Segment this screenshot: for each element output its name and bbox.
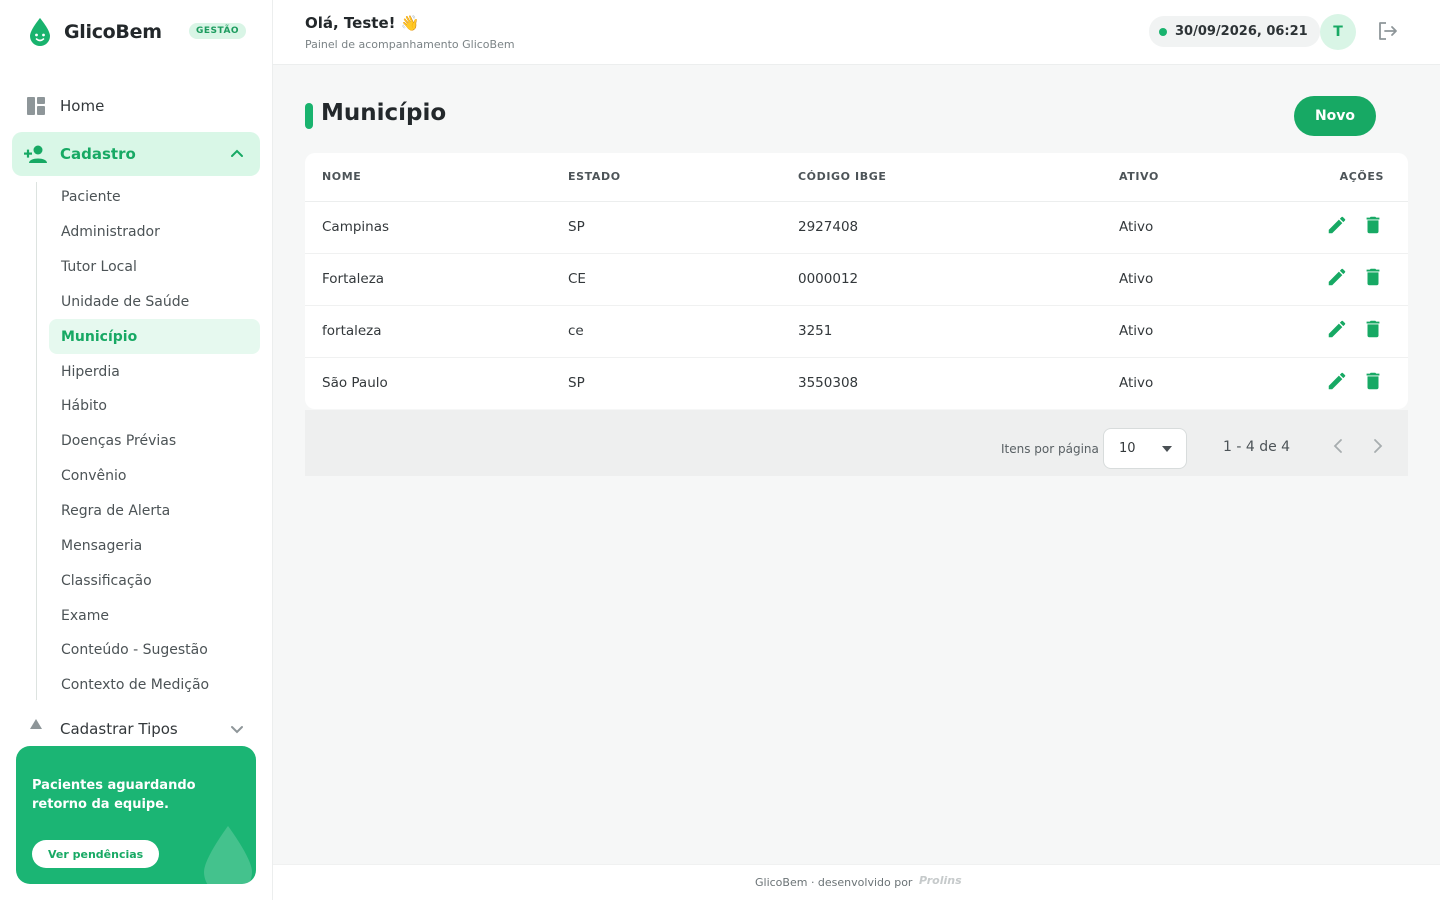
header-subtitle: Painel de acompanhamento GlicoBem <box>305 38 515 51</box>
brand-name: GlicoBem <box>64 21 162 43</box>
shapes-icon <box>30 719 42 729</box>
sidebar-subitem-mensageria[interactable]: Mensageria <box>49 528 260 563</box>
delete-icon[interactable] <box>1362 318 1384 340</box>
sidebar-subitem-regra-de-alerta[interactable]: Regra de Alerta <box>49 494 260 529</box>
cell-codigo-ibge: 2927408 <box>798 201 1119 254</box>
cell-nome: fortaleza <box>305 305 568 358</box>
chevron-left-icon[interactable] <box>1332 438 1344 454</box>
cell-estado: SP <box>568 375 585 392</box>
datetime-badge: 30/09/2026, 06:21 <box>1149 16 1320 47</box>
drop-logo-icon <box>30 18 50 46</box>
sidebar-subitem-convenio[interactable]: Convênio <box>49 459 260 494</box>
sidebar-subitem-conteudo-sugestao[interactable]: Conteúdo - Sugestão <box>49 633 260 668</box>
cell-estado: SP <box>568 201 798 254</box>
cell-nome: Campinas <box>305 201 568 254</box>
page-title: Município <box>321 100 447 126</box>
items-per-page-value: 10 <box>1119 441 1136 456</box>
cell-acoes <box>1213 305 1408 358</box>
table-row: Fortaleza CE 0000012 Ativo <box>305 253 1408 306</box>
sidebar-subitem-classificacao[interactable]: Classificação <box>49 563 260 598</box>
pagination-range: 1 - 4 de 4 <box>1223 439 1291 455</box>
table-header-row: NOME ESTADO CÓDIGO IBGE ATIVO AÇÕES <box>305 153 1408 202</box>
cell-acoes <box>1214 357 1408 409</box>
cell-codigo-ibge: 0000012 <box>798 253 1119 306</box>
new-button[interactable]: Novo <box>1294 96 1376 136</box>
items-per-page-select[interactable]: 10 <box>1103 428 1187 469</box>
sidebar-subitem-habito[interactable]: Hábito <box>49 389 260 424</box>
developer-logo[interactable]: Prolins <box>919 874 962 887</box>
page-header: Município Novo <box>305 96 1376 136</box>
table-row: fortaleza ce 3251 Ativo <box>305 305 1408 358</box>
column-header-ativo[interactable]: ATIVO <box>1119 153 1214 202</box>
table-row: São Paulo SP 3550308 Ativo <box>305 357 1408 409</box>
delete-icon[interactable] <box>1362 214 1384 236</box>
chevron-right-icon[interactable] <box>1372 438 1384 454</box>
column-header-nome[interactable]: NOME <box>305 153 568 202</box>
pending-patients-card: Pacientes aguardando retorno da equipe. … <box>16 746 256 884</box>
cell-ativo: Ativo <box>1119 201 1214 254</box>
edit-icon[interactable] <box>1326 214 1348 236</box>
brand[interactable]: GlicoBem <box>28 16 162 48</box>
cell-acoes <box>1213 253 1408 306</box>
footer: GlicoBem · desenvolvido por Prolins <box>273 864 1440 900</box>
drop-decoration-icon <box>204 826 252 884</box>
status-dot <box>1159 27 1167 36</box>
footer-text: GlicoBem · desenvolvido por <box>755 876 913 889</box>
column-header-estado[interactable]: ESTADO <box>568 153 798 202</box>
pagination-bar: Itens por página 10 1 - 4 de 4 <box>305 410 1408 476</box>
sidebar-subitem-exame[interactable]: Exame <box>49 598 260 633</box>
table-row: Campinas SP 2927408 Ativo <box>305 201 1408 254</box>
cell-nome: São Paulo <box>322 375 388 392</box>
column-header-acoes: AÇÕES <box>1213 153 1408 202</box>
avatar[interactable]: T <box>1320 14 1356 50</box>
brand-badge: GESTÃO <box>189 23 247 39</box>
datetime-text: 30/09/2026, 06:21 <box>1175 24 1308 39</box>
cell-acoes <box>1213 201 1408 254</box>
delete-icon[interactable] <box>1362 370 1384 392</box>
edit-icon[interactable] <box>1326 318 1348 340</box>
cell-codigo-ibge: 3550308 <box>798 375 859 392</box>
cadastro-submenu: Paciente Administrador Tutor Local Unida… <box>49 180 260 703</box>
cell-ativo: Ativo <box>1119 253 1214 306</box>
sidebar-subitem-contexto-de-medicao[interactable]: Contexto de Medição <box>49 668 260 703</box>
dashboard-icon <box>27 97 45 115</box>
items-per-page-label: Itens por página <box>1001 442 1099 456</box>
delete-icon[interactable] <box>1362 266 1384 288</box>
cell-ativo: Ativo <box>1119 305 1214 358</box>
sidebar-item-label: Home <box>60 97 105 115</box>
sidebar-item-label: Cadastrar Tipos <box>60 720 178 738</box>
view-pending-button[interactable]: Ver pendências <box>32 840 160 868</box>
add-user-icon <box>24 145 47 163</box>
chevron-up-icon <box>231 149 243 157</box>
cell-nome: Fortaleza <box>305 253 568 306</box>
logout-icon[interactable] <box>1377 20 1399 42</box>
promo-text: Pacientes aguardando retorno da equipe. <box>32 778 196 812</box>
edit-icon[interactable] <box>1326 266 1348 288</box>
title-accent-bar <box>305 103 313 129</box>
sidebar-item-cadastrar-tipos[interactable]: Cadastrar Tipos <box>12 714 260 744</box>
subnav-guide-line <box>36 182 37 700</box>
sidebar-subitem-paciente[interactable]: Paciente <box>49 180 260 215</box>
top-header: Olá, Teste! 👋 Painel de acompanhamento G… <box>273 0 1440 65</box>
cell-estado: CE <box>568 253 798 306</box>
cell-codigo-ibge: 3251 <box>798 305 1119 358</box>
cell-ativo: Ativo <box>1119 375 1154 392</box>
column-header-codigo-ibge[interactable]: CÓDIGO IBGE <box>798 153 1119 202</box>
edit-icon[interactable] <box>1326 370 1348 392</box>
greeting: Olá, Teste! 👋 <box>305 14 420 32</box>
sidebar-subitem-tutor-local[interactable]: Tutor Local <box>49 250 260 285</box>
cell-estado: ce <box>568 305 798 358</box>
sidebar-subitem-administrador[interactable]: Administrador <box>49 215 260 250</box>
sidebar-subitem-municipio[interactable]: Município <box>49 319 260 355</box>
municipio-table: NOME ESTADO CÓDIGO IBGE ATIVO AÇÕES Camp… <box>305 153 1408 409</box>
chevron-down-icon <box>231 726 243 734</box>
sidebar: GlicoBem GESTÃO Home Cadastro Paciente A… <box>0 0 273 900</box>
sidebar-subitem-doencas-previas[interactable]: Doenças Prévias <box>49 424 260 459</box>
sidebar-item-home[interactable]: Home <box>12 86 260 126</box>
sidebar-subitem-hiperdia[interactable]: Hiperdia <box>49 354 260 389</box>
sidebar-item-label: Cadastro <box>60 145 136 163</box>
sidebar-item-cadastro[interactable]: Cadastro <box>12 132 260 176</box>
sidebar-subitem-unidade-de-saude[interactable]: Unidade de Saúde <box>49 285 260 320</box>
caret-down-icon <box>1162 446 1172 452</box>
